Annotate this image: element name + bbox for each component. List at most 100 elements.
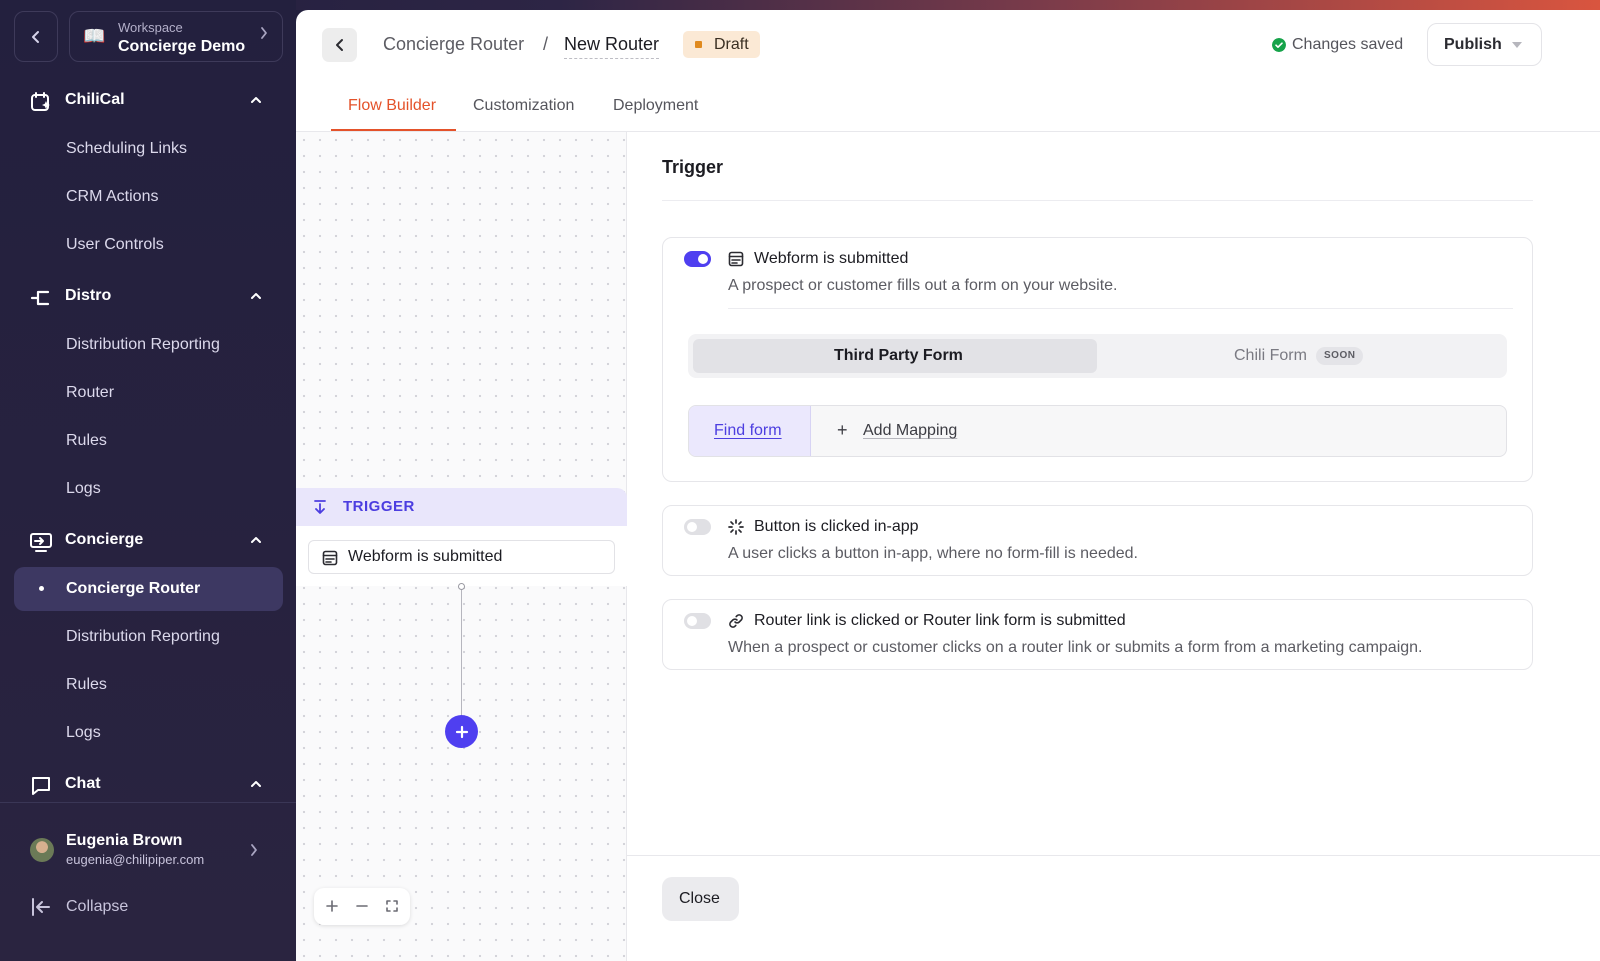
workspace-name: Concierge Demo xyxy=(118,38,246,55)
concierge-icon xyxy=(30,533,52,552)
panel-title: Trigger xyxy=(662,157,724,177)
connector-handle[interactable] xyxy=(458,583,465,590)
book-icon: 📖 xyxy=(83,26,106,46)
sidebar-section-label: Distro xyxy=(65,287,112,304)
webform-toggle[interactable] xyxy=(684,251,711,267)
zoom-in-button[interactable] xyxy=(323,897,341,915)
loader-icon xyxy=(728,519,744,535)
form-type-segmented-control: Third Party Form Chili Form SOON xyxy=(688,334,1507,378)
sidebar-item-router[interactable]: Router xyxy=(14,371,283,415)
flow-canvas[interactable]: TRIGGER Webform is submitted xyxy=(296,132,627,961)
sidebar-item-rules[interactable]: Rules xyxy=(14,419,283,463)
user-name: Eugenia Brown xyxy=(66,832,183,849)
back-button[interactable] xyxy=(322,28,357,62)
chat-icon xyxy=(32,777,50,795)
sidebar-item-crm-actions[interactable]: CRM Actions xyxy=(14,175,283,219)
workspace-switcher[interactable]: 📖 Workspace Concierge Demo xyxy=(69,11,283,62)
workspace-label: Workspace xyxy=(118,20,183,35)
link-icon xyxy=(729,614,743,628)
sidebar-divider xyxy=(0,802,296,803)
sidebar-item-scheduling-links[interactable]: Scheduling Links xyxy=(14,127,283,171)
active-tab-indicator xyxy=(331,129,456,131)
trigger-option-router-link: Router link is clicked or Router link fo… xyxy=(662,599,1533,670)
arrow-down-to-line-icon xyxy=(314,500,326,514)
sidebar-item-concierge-logs[interactable]: Logs xyxy=(14,711,283,755)
sidebar-item-concierge-router[interactable]: Concierge Router xyxy=(14,567,283,611)
form-mapping-bar: Find form + Add Mapping xyxy=(688,405,1507,457)
user-email: eugenia@chilipiper.com xyxy=(66,852,205,867)
tab-deployment[interactable]: Deployment xyxy=(613,97,698,115)
page-title[interactable]: New Router xyxy=(564,34,660,59)
sidebar-item-label: Distribution Reporting xyxy=(66,336,220,353)
panel-divider xyxy=(662,200,1533,201)
webform-icon xyxy=(728,251,744,267)
trigger-node-label: Webform is submitted xyxy=(348,548,503,565)
tab-customization[interactable]: Customization xyxy=(473,97,574,115)
panel-footer-divider xyxy=(627,855,1600,856)
sidebar-item-logs[interactable]: Logs xyxy=(14,467,283,511)
sidebar-section-chilical[interactable]: ChiliCal xyxy=(0,81,296,121)
sidebar-item-label: Logs xyxy=(66,724,101,741)
trigger-option-button-click: Button is clicked in-app A user clicks a… xyxy=(662,505,1533,576)
trigger-option-title: Webform is submitted xyxy=(754,250,909,267)
breadcrumb-parent[interactable]: Concierge Router xyxy=(383,34,524,55)
publish-button[interactable]: Publish xyxy=(1427,23,1542,66)
sidebar-item-label: Rules xyxy=(66,432,107,449)
sidebar-section-concierge[interactable]: Concierge xyxy=(0,521,296,561)
close-button[interactable]: Close xyxy=(662,877,739,921)
zoom-controls xyxy=(314,888,410,925)
sidebar: 📖 Workspace Concierge Demo ChiliCal Sche… xyxy=(0,0,296,961)
sidebar-item-user-controls[interactable]: User Controls xyxy=(14,223,283,267)
trigger-header-label: TRIGGER xyxy=(343,498,415,515)
segment-chili-form[interactable]: Chili Form xyxy=(1234,347,1307,365)
sidebar-back-button[interactable] xyxy=(14,11,58,62)
toggle-knob xyxy=(687,522,697,532)
sidebar-section-distro[interactable]: Distro xyxy=(0,277,296,317)
trigger-node[interactable]: Webform is submitted xyxy=(308,540,615,574)
sidebar-section-label: Chat xyxy=(65,775,101,792)
fit-view-icon xyxy=(386,900,398,912)
collapse-label: Collapse xyxy=(66,898,129,915)
sidebar-item-concierge-rules[interactable]: Rules xyxy=(14,663,283,707)
add-step-button[interactable] xyxy=(445,715,478,748)
sidebar-section-label: Concierge xyxy=(65,531,144,548)
sidebar-section-chat[interactable]: Chat xyxy=(0,765,296,805)
status-badge-label: Draft xyxy=(714,36,749,53)
find-form-button[interactable]: Find form xyxy=(689,406,811,456)
chevron-right-icon xyxy=(261,27,267,39)
chevron-up-icon xyxy=(251,781,261,787)
caret-down-icon xyxy=(1512,42,1522,48)
sidebar-item-distribution-reporting[interactable]: Distribution Reporting xyxy=(14,323,283,367)
collapse-icon xyxy=(32,898,50,916)
distro-icon xyxy=(30,290,50,306)
flow-connector-line xyxy=(461,586,462,718)
trigger-option-title: Button is clicked in-app xyxy=(754,518,919,535)
card-divider xyxy=(728,308,1513,309)
trigger-option-description: A prospect or customer fills out a form … xyxy=(728,277,1118,294)
plus-icon: + xyxy=(837,420,848,440)
main-content: Concierge Router / New Router Draft Chan… xyxy=(296,10,1600,961)
tab-bar: Flow Builder Customization Deployment xyxy=(296,80,1600,132)
soon-badge: SOON xyxy=(1316,347,1364,365)
add-mapping-button[interactable]: Add Mapping xyxy=(863,422,957,440)
tab-flow-builder[interactable]: Flow Builder xyxy=(348,97,436,115)
find-form-label: Find form xyxy=(714,422,782,439)
router-link-toggle[interactable] xyxy=(684,613,711,629)
active-indicator-dot xyxy=(39,586,44,591)
button-click-toggle[interactable] xyxy=(684,519,711,535)
sidebar-item-label: Router xyxy=(66,384,115,401)
toggle-knob xyxy=(698,254,708,264)
fit-view-button[interactable] xyxy=(383,897,401,915)
close-label: Close xyxy=(679,890,720,907)
sidebar-item-label: User Controls xyxy=(66,236,164,253)
avatar xyxy=(30,838,54,862)
calendar-sparkle-icon xyxy=(31,92,50,111)
trigger-option-title: Router link is clicked or Router link fo… xyxy=(754,612,1126,629)
plus-icon xyxy=(455,725,468,738)
draft-indicator-icon xyxy=(695,41,702,48)
plus-icon xyxy=(326,900,338,912)
zoom-out-button[interactable] xyxy=(353,897,371,915)
sidebar-item-concierge-distribution-reporting[interactable]: Distribution Reporting xyxy=(14,615,283,659)
status-badge: Draft xyxy=(683,31,760,58)
check-circle-icon xyxy=(1272,38,1286,52)
